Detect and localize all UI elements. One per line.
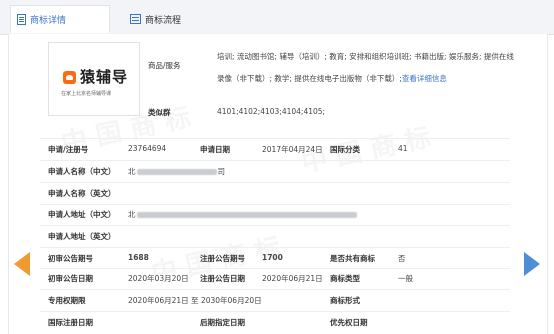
tab-label: 商标流程 [145, 15, 182, 26]
previous-arrow-icon[interactable] [14, 252, 30, 276]
divider [40, 204, 510, 205]
intl-class-value: 41 [398, 144, 408, 153]
reg-date-label: 注册公告日期 [200, 274, 245, 283]
prelim-date-label: 初审公告日期 [48, 274, 93, 283]
logo-name: 猿辅导 [80, 68, 129, 86]
divider [40, 160, 510, 161]
exclusive-period-value: 2020年06月21日 至 2030年06月20日 [128, 296, 262, 305]
divider [40, 182, 510, 183]
tm-type-label: 商标类型 [330, 274, 360, 283]
address-cn-label: 申请人地址（中文） [48, 210, 116, 219]
intl-reg-date-label: 国际注册日期 [48, 318, 93, 327]
goods-services-value: 培训; 流动图书馆; 辅导（培训）; 教育; 安排和组织培训班; 书籍出版; 娱… [217, 52, 514, 83]
shared-tm-value: 否 [398, 254, 406, 263]
divider [40, 225, 510, 226]
exclusive-period-label: 专用权期限 [48, 296, 86, 305]
tab-label: 商标详情 [30, 15, 67, 26]
apply-date-value: 2017年04月24日 [262, 145, 323, 154]
reg-no-label: 申请/注册号 [48, 145, 89, 154]
list-icon [130, 14, 141, 24]
reg-issue-label: 注册公告期号 [200, 254, 245, 263]
goods-services-text: 培训; 流动图书馆; 辅导（培训）; 教育; 安排和组织培训班; 书籍出版; 娱… [217, 46, 519, 90]
reg-no-value: 23764694 [128, 144, 167, 153]
prelim-date-value: 2020年03月20日 [128, 274, 189, 283]
shared-tm-label: 是否共有商标 [330, 254, 375, 263]
applicant-cn-value: 北司 [128, 166, 225, 177]
prelim-issue-value: 1688 [128, 253, 149, 262]
divider [40, 311, 510, 312]
intl-class-label: 国际分类 [330, 145, 360, 154]
divider [40, 289, 510, 290]
priority-date-label: 优先权日期 [330, 318, 368, 327]
later-designation-date-label: 后期指定日期 [200, 318, 245, 327]
applicant-en-label: 申请人名称（英文） [48, 189, 116, 198]
divider [40, 138, 510, 139]
next-arrow-icon[interactable] [524, 252, 540, 276]
applicant-cn-label: 申请人名称（中文） [48, 167, 116, 176]
tm-type-value: 一般 [398, 274, 413, 283]
reg-issue-value: 1700 [262, 253, 283, 262]
similar-group-value: 4101;4102;4103;4104;4105; [217, 107, 326, 116]
similar-group-label: 类似群 [148, 108, 171, 117]
redacted-text [136, 169, 217, 175]
applicant-cn-suffix: 司 [217, 167, 226, 176]
apply-date-label: 申请日期 [200, 145, 230, 154]
logo-mark-icon [63, 71, 76, 84]
document-icon [17, 13, 26, 25]
tab-bar: 商标详情 商标流程 [0, 0, 554, 35]
redacted-text [136, 212, 357, 218]
goods-services-label: 商品/服务 [148, 61, 181, 70]
divider [40, 247, 510, 248]
tab-trademark-process[interactable]: 商标流程 [124, 5, 224, 33]
address-en-label: 申请人地址（英文） [48, 232, 116, 241]
prelim-issue-label: 初审公告期号 [48, 254, 93, 263]
tm-form-label: 商标形式 [330, 296, 360, 305]
view-details-link[interactable]: 查看详细信息 [402, 74, 447, 83]
applicant-cn-prefix: 北 [128, 167, 136, 176]
divider [40, 268, 510, 269]
trademark-image[interactable]: 猿辅导 在家上北京名师辅导课 [48, 42, 140, 116]
address-cn-value: 北 [128, 209, 357, 220]
reg-date-value: 2020年06月21日 [262, 274, 323, 283]
logo-tagline: 在家上北京名师辅导课 [61, 91, 112, 97]
tab-trademark-detail[interactable]: 商标详情 [10, 5, 110, 33]
address-cn-prefix: 北 [128, 210, 136, 219]
